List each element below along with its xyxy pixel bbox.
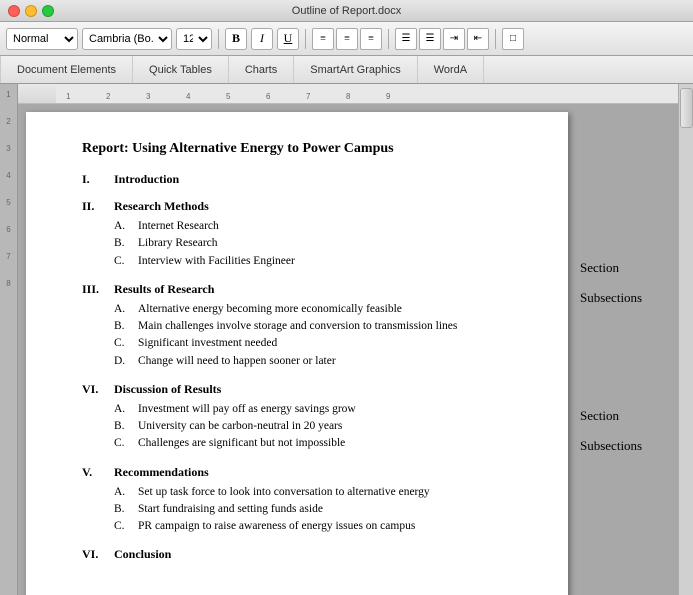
subsection-list-4: A. Investment will pay off as energy sav… — [114, 401, 532, 453]
window-title: Outline of Report.docx — [292, 5, 401, 17]
document-title: Report: Using Alternative Energy to Powe… — [82, 140, 532, 158]
ruler-marks: 1 2 3 4 5 6 7 8 9 — [56, 84, 678, 103]
tab-quick-tables[interactable]: Quick Tables — [133, 56, 229, 83]
horizontal-ruler: 1 2 3 4 5 6 7 8 9 — [18, 84, 678, 104]
bullet-list-button[interactable]: ☰ — [395, 28, 417, 50]
section-recommendations: V. Recommendations A. Set up task force … — [82, 465, 532, 536]
tab-worda[interactable]: WordA — [418, 56, 484, 83]
bold-button[interactable]: B — [225, 28, 247, 50]
list-item: C. Interview with Facilities Engineer — [114, 253, 532, 270]
list-item: A. Alternative energy becoming more econ… — [114, 301, 532, 318]
section-discussion: VI. Discussion of Results A. Investment … — [82, 382, 532, 453]
style-select[interactable]: Normal — [6, 28, 78, 50]
list-item: A. Internet Research — [114, 218, 532, 235]
separator-1 — [218, 29, 219, 49]
tab-smartart[interactable]: SmartArt Graphics — [294, 56, 417, 83]
font-select[interactable]: Cambria (Bo... — [82, 28, 172, 50]
list-item: C. Significant investment needed — [114, 335, 532, 352]
more-button[interactable]: □ — [502, 28, 524, 50]
ribbon: Document Elements Quick Tables Charts Sm… — [0, 56, 693, 84]
size-select[interactable]: 12 — [176, 28, 212, 50]
maximize-button[interactable] — [42, 5, 54, 17]
list-item: D. Change will need to happen sooner or … — [114, 353, 532, 370]
list-item: B. Start fundraising and setting funds a… — [114, 501, 532, 518]
align-left-button[interactable]: ≡ — [312, 28, 334, 50]
traffic-lights — [8, 5, 54, 17]
section-heading-3: III. Results of Research — [82, 282, 532, 297]
close-button[interactable] — [8, 5, 20, 17]
section-introduction: I. Introduction — [82, 172, 532, 187]
numbered-list-button[interactable]: ☰ — [419, 28, 441, 50]
section-heading-4: VI. Discussion of Results — [82, 382, 532, 397]
annotations-panel: Section Subsections Section Subsections — [580, 112, 670, 587]
list-item: B. University can be carbon-neutral in 2… — [114, 418, 532, 435]
list-item: B. Library Research — [114, 235, 532, 252]
section-heading-2: II. Research Methods — [82, 199, 532, 214]
italic-button[interactable]: I — [251, 28, 273, 50]
tab-charts[interactable]: Charts — [229, 56, 294, 83]
title-bar: Outline of Report.docx — [0, 0, 693, 22]
annotation-subsections-2: Subsections — [580, 438, 642, 454]
align-group: ≡ ≡ ≡ — [312, 28, 382, 50]
tab-document-elements[interactable]: Document Elements — [0, 56, 133, 83]
content-area: 1 2 3 4 5 6 7 8 9 Report: Using Alternat… — [18, 84, 678, 595]
list-item: C. PR campaign to raise awareness of ene… — [114, 518, 532, 535]
document-page: Report: Using Alternative Energy to Powe… — [26, 112, 568, 595]
minimize-button[interactable] — [25, 5, 37, 17]
subsection-list-3: A. Alternative energy becoming more econ… — [114, 301, 532, 370]
list-item: A. Set up task force to look into conver… — [114, 484, 532, 501]
list-item: A. Investment will pay off as energy sav… — [114, 401, 532, 418]
subsection-list-5: A. Set up task force to look into conver… — [114, 484, 532, 536]
section-heading-6: VI. Conclusion — [82, 547, 532, 562]
list-group: ☰ ☰ ⇥ ⇤ — [395, 28, 489, 50]
align-center-button[interactable]: ≡ — [336, 28, 358, 50]
section-conclusion: VI. Conclusion — [82, 547, 532, 562]
section-heading-5: V. Recommendations — [82, 465, 532, 480]
toolbar: Normal Cambria (Bo... 12 B I U ≡ ≡ ≡ ☰ ☰… — [0, 22, 693, 56]
outdent-button[interactable]: ⇤ — [467, 28, 489, 50]
annotation-section-2: Section — [580, 408, 619, 424]
underline-button[interactable]: U — [277, 28, 299, 50]
section-heading-1: I. Introduction — [82, 172, 532, 187]
separator-3 — [388, 29, 389, 49]
main-area: 1 2 3 4 5 6 7 8 1 2 3 4 5 6 7 8 9 — [0, 84, 693, 595]
align-right-button[interactable]: ≡ — [360, 28, 382, 50]
subsection-list-2: A. Internet Research B. Library Research… — [114, 218, 532, 270]
annotation-subsections-1: Subsections — [580, 290, 642, 306]
scrollbar-thumb[interactable] — [680, 88, 693, 128]
document-scroll-area[interactable]: Report: Using Alternative Energy to Powe… — [18, 104, 678, 595]
separator-2 — [305, 29, 306, 49]
vertical-ruler: 1 2 3 4 5 6 7 8 — [0, 84, 18, 595]
indent-button[interactable]: ⇥ — [443, 28, 465, 50]
separator-4 — [495, 29, 496, 49]
section-research-methods: II. Research Methods A. Internet Researc… — [82, 199, 532, 270]
annotation-section-1: Section — [580, 260, 619, 276]
section-results: III. Results of Research A. Alternative … — [82, 282, 532, 370]
list-item: C. Challenges are significant but not im… — [114, 435, 532, 452]
vertical-scrollbar[interactable] — [678, 84, 693, 595]
list-item: B. Main challenges involve storage and c… — [114, 318, 532, 335]
